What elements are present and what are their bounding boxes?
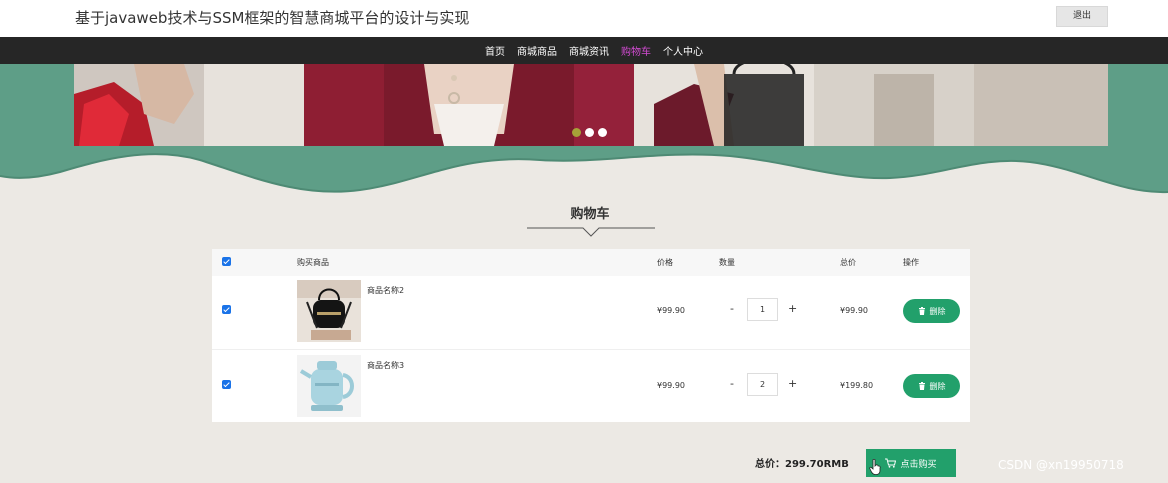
cart-row: 商品名称2 ¥99.90 - + ¥99.90 删除	[212, 275, 970, 348]
header-quantity: 数量	[719, 258, 735, 267]
delete-button[interactable]: 删除	[903, 374, 960, 398]
product-image-kettle[interactable]	[297, 355, 361, 417]
nav-item-news[interactable]: 商城资讯	[569, 43, 609, 58]
hand-cursor-icon	[869, 459, 881, 475]
decrease-quantity-button[interactable]: -	[730, 377, 734, 390]
header-action: 操作	[903, 258, 919, 267]
cart-total: 总价：299.70RMB	[755, 459, 849, 470]
select-all-checkbox[interactable]	[222, 257, 231, 266]
trash-icon	[918, 382, 925, 390]
nav-item-home[interactable]: 首页	[485, 43, 505, 58]
kettle-illustration	[297, 355, 361, 417]
carousel-dot-2[interactable]	[585, 128, 594, 137]
nav-item-cart[interactable]: 购物车	[621, 43, 651, 58]
delete-label: 删除	[929, 381, 946, 391]
delete-button[interactable]: 删除	[903, 299, 960, 323]
trash-icon	[918, 307, 925, 315]
cart-table: 购买商品 价格 数量 总价 操作 商品名称2 ¥99.90 - + ¥99.90	[212, 249, 970, 422]
decrease-quantity-button[interactable]: -	[730, 302, 734, 315]
site-title: 基于javaweb技术与SSM框架的智慧商城平台的设计与实现	[75, 9, 470, 27]
buy-label: 点击购买	[900, 459, 937, 470]
header-total: 总价	[840, 258, 856, 267]
title-divider-decoration	[527, 227, 655, 237]
cart-table-header: 购买商品 价格 数量 总价 操作	[212, 249, 970, 276]
product-name[interactable]: 商品名称3	[367, 360, 404, 371]
nav-item-profile[interactable]: 个人中心	[663, 43, 703, 58]
increase-quantity-button[interactable]: +	[788, 302, 797, 315]
logout-button[interactable]: 退出	[1056, 6, 1108, 27]
row-checkbox[interactable]	[222, 305, 231, 314]
top-bar: 基于javaweb技术与SSM框架的智慧商城平台的设计与实现 退出	[0, 0, 1168, 37]
delete-label: 删除	[929, 306, 946, 316]
bag-illustration	[297, 280, 361, 342]
cart-row: 商品名称3 ¥99.90 - + ¥199.80 删除	[212, 349, 970, 422]
carousel-indicators	[572, 128, 607, 137]
quantity-input[interactable]	[747, 373, 778, 396]
row-checkbox[interactable]	[222, 380, 231, 389]
row-subtotal: ¥99.90	[840, 306, 868, 315]
cart-section-title: 购物车	[570, 207, 610, 222]
header-product: 购买商品	[297, 258, 329, 267]
product-name[interactable]: 商品名称2	[367, 285, 404, 296]
unit-price: ¥99.90	[657, 381, 685, 390]
quantity-input[interactable]	[747, 298, 778, 321]
increase-quantity-button[interactable]: +	[788, 377, 797, 390]
nav-item-products[interactable]: 商城商品	[517, 43, 557, 58]
product-image-bag[interactable]	[297, 280, 361, 342]
row-subtotal: ¥199.80	[840, 381, 874, 390]
unit-price: ¥99.90	[657, 306, 685, 315]
carousel-dot-1[interactable]	[572, 128, 581, 137]
shopping-cart-icon	[885, 458, 897, 468]
csdn-watermark: CSDN @xn19950718	[998, 458, 1124, 472]
header-price: 价格	[657, 258, 673, 267]
main-nav: 首页 商城商品 商城资讯 购物车 个人中心	[0, 37, 1168, 68]
carousel-dot-3[interactable]	[598, 128, 607, 137]
